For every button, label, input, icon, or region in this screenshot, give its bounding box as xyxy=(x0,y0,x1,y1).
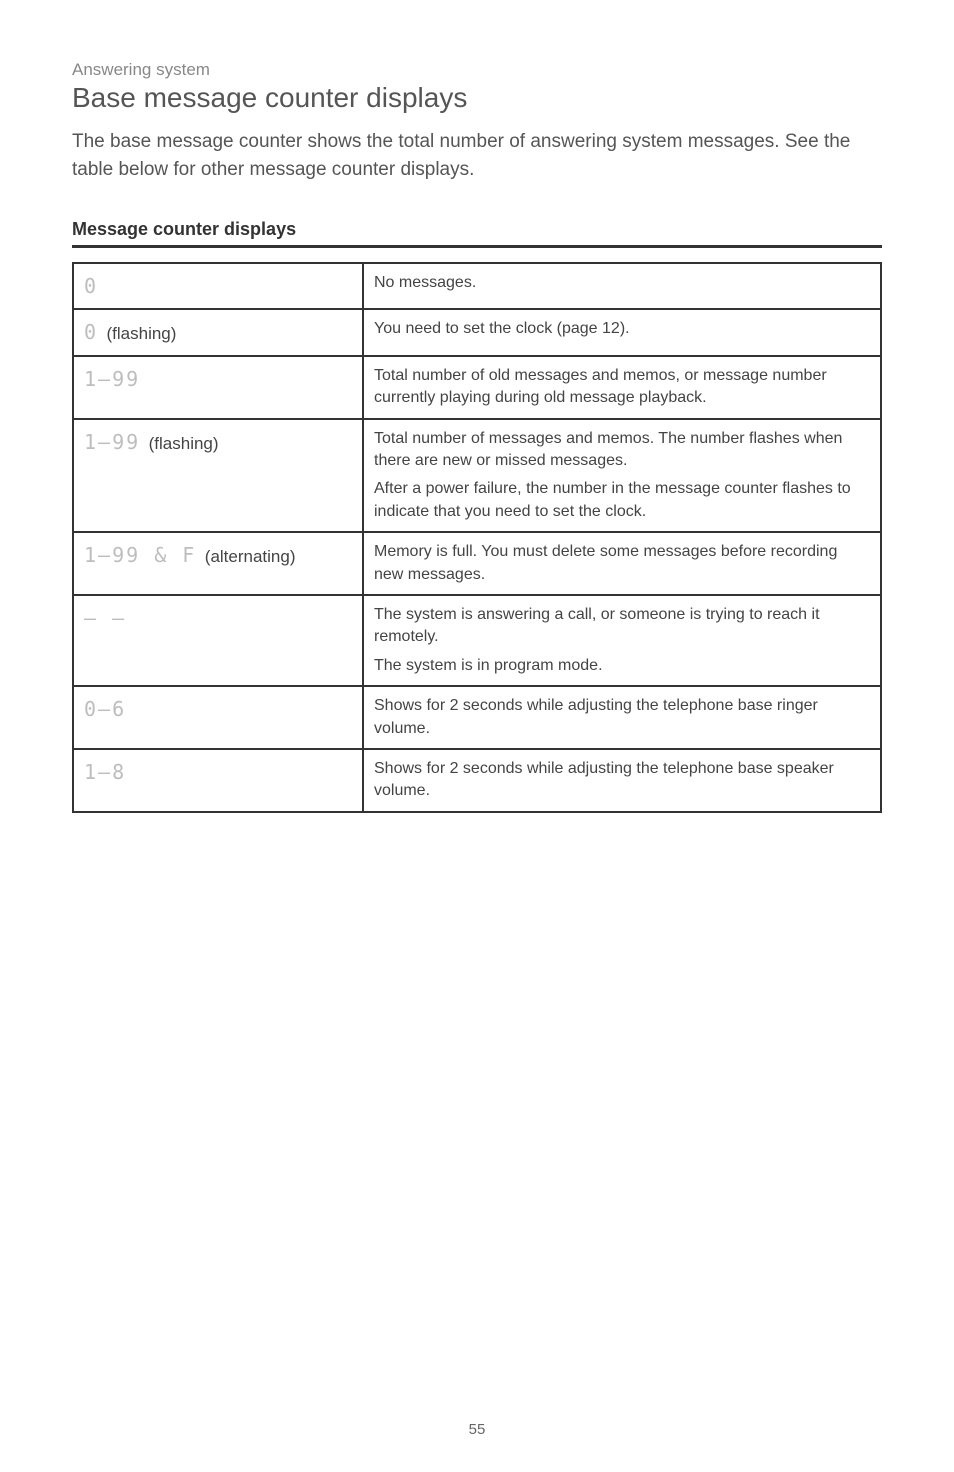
digit-display: – – xyxy=(84,604,126,632)
row-description-secondary: The system is in program mode. xyxy=(374,655,870,677)
digit-display: 0–6 xyxy=(84,695,126,723)
digit-suffix: (flashing) xyxy=(149,434,219,453)
intro-paragraph: The base message counter shows the total… xyxy=(72,128,882,183)
table-row: 0 (flashing) You need to set the clock (… xyxy=(73,309,881,355)
digit-display: 1–8 xyxy=(84,758,126,786)
table-row: 1–99 & F (alternating) Memory is full. Y… xyxy=(73,532,881,595)
page-title: Base message counter displays xyxy=(72,82,882,114)
table-row: 1–99 (flashing) Total number of messages… xyxy=(73,419,881,533)
table-row: 0 No messages. xyxy=(73,263,881,309)
digit-suffix: (flashing) xyxy=(107,324,177,343)
table-row: 1–8 Shows for 2 seconds while adjusting … xyxy=(73,749,881,812)
row-description: Total number of messages and memos. The … xyxy=(374,428,870,473)
digit-suffix: (alternating) xyxy=(205,547,296,566)
breadcrumb: Answering system xyxy=(72,60,882,80)
row-description: You need to set the clock (page 12). xyxy=(374,318,870,340)
digit-display: 1–99 & F xyxy=(84,541,196,569)
digit-display: 1–99 xyxy=(84,365,140,393)
row-description-secondary: After a power failure, the number in the… xyxy=(374,478,870,523)
row-description: The system is answering a call, or someo… xyxy=(374,604,870,649)
row-description: Total number of old messages and memos, … xyxy=(374,365,870,410)
row-description: Shows for 2 seconds while adjusting the … xyxy=(374,758,870,803)
digit-display: 1–99 xyxy=(84,428,140,456)
table-heading: Message counter displays xyxy=(72,219,882,248)
counter-display-table: 0 No messages. 0 (flashing) You need to … xyxy=(72,262,882,813)
row-description: Memory is full. You must delete some mes… xyxy=(374,541,870,586)
page-number: 55 xyxy=(0,1421,954,1438)
digit-display: 0 xyxy=(84,318,98,346)
row-description: Shows for 2 seconds while adjusting the … xyxy=(374,695,870,740)
table-row: 0–6 Shows for 2 seconds while adjusting … xyxy=(73,686,881,749)
digit-display: 0 xyxy=(84,272,98,300)
row-description: No messages. xyxy=(374,272,870,294)
table-row: 1–99 Total number of old messages and me… xyxy=(73,356,881,419)
table-row: – – The system is answering a call, or s… xyxy=(73,595,881,686)
